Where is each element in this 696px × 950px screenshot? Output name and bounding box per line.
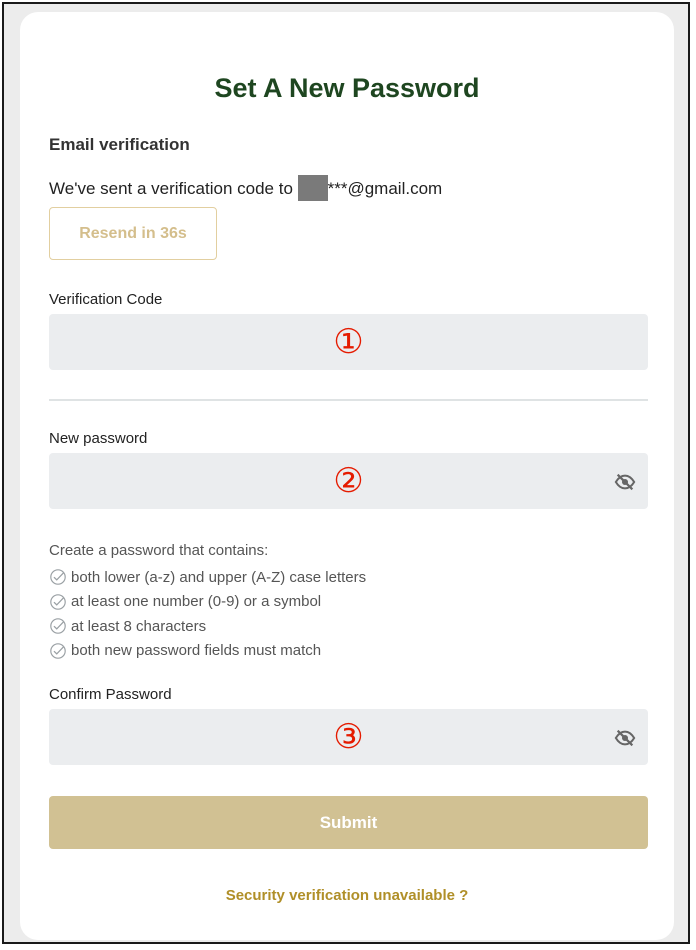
resend-code-button[interactable]: Resend in 36s [49, 207, 217, 260]
requirement-text: both lower (a-z) and upper (A-Z) case le… [71, 568, 367, 586]
check-circle-icon [50, 593, 66, 610]
requirement-item: at least 8 characters [49, 614, 366, 639]
requirement-item: at least one number (0-9) or a symbol [49, 590, 366, 615]
requirement-text: at least one number (0-9) or a symbol [71, 593, 322, 611]
requirement-text: at least 8 characters [71, 617, 207, 635]
requirement-text: both new password fields must match [71, 642, 322, 660]
annotation-marker-2: ② [333, 461, 364, 501]
code-sent-message: We've sent a verification code to ***@gm… [49, 175, 442, 201]
annotation-marker-1: ① [333, 322, 364, 362]
eye-off-icon[interactable] [614, 727, 636, 749]
check-circle-icon [50, 569, 66, 586]
password-requirements-intro: Create a password that contains: [49, 542, 269, 559]
code-sent-prefix: We've sent a verification code to [49, 179, 298, 198]
verification-code-input[interactable]: ① [49, 314, 648, 370]
check-circle-icon [50, 618, 66, 635]
security-verification-unavailable-link[interactable]: Security verification unavailable ? [20, 887, 674, 904]
section-divider [49, 399, 648, 401]
requirement-item: both new password fields must match [49, 639, 366, 664]
page-title: Set A New Password [214, 73, 480, 103]
new-password-input[interactable]: ② [49, 453, 648, 509]
masked-email: ***@gmail.com [327, 179, 443, 198]
annotation-marker-3: ③ [333, 717, 364, 757]
new-password-label: New password [49, 430, 148, 447]
verification-code-label: Verification Code [49, 291, 163, 308]
email-verification-heading: Email verification [49, 135, 190, 154]
window-frame: Set A New Password Email verification We… [2, 2, 690, 944]
redacted-email-block [297, 175, 328, 201]
check-circle-icon [50, 642, 66, 659]
confirm-password-input[interactable]: ③ [49, 709, 648, 765]
password-reset-card: Set A New Password Email verification We… [20, 12, 674, 940]
submit-button[interactable]: Submit [49, 796, 648, 849]
requirement-item: both lower (a-z) and upper (A-Z) case le… [49, 565, 366, 590]
eye-off-icon[interactable] [614, 471, 636, 493]
confirm-password-label: Confirm Password [49, 686, 172, 703]
password-requirements-list: both lower (a-z) and upper (A-Z) case le… [49, 565, 366, 663]
